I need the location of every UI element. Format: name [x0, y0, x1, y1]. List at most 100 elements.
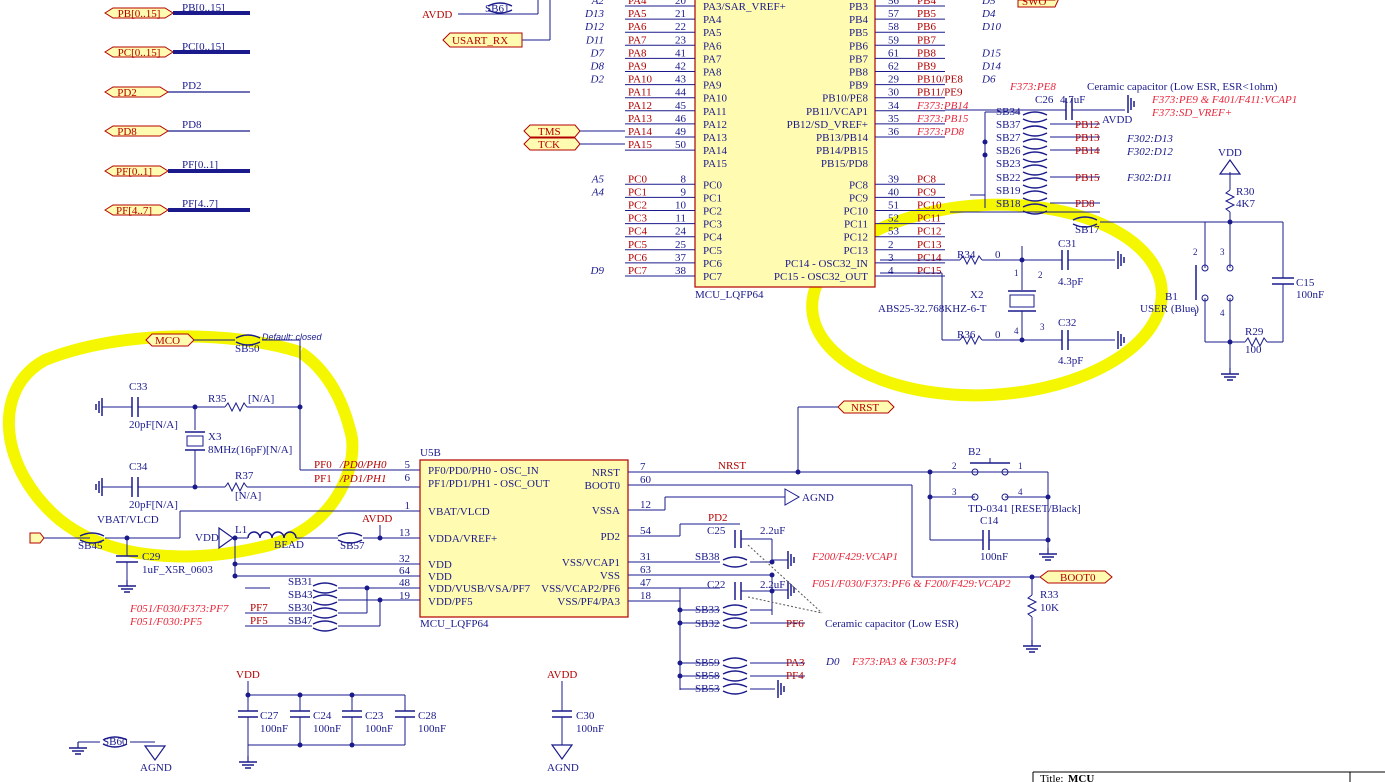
svg-text:R37: R37 — [235, 470, 254, 482]
pin-name: VBAT/VLCD — [428, 506, 490, 518]
pin-number: 11 — [675, 213, 686, 225]
pin-name: PF1/PD1/PH1 - OSC_OUT — [428, 478, 550, 490]
svg-text:SB22: SB22 — [996, 172, 1020, 184]
pin-number: 24 — [675, 226, 687, 238]
pin-name: PB9 — [849, 80, 868, 92]
svg-text:PD8: PD8 — [182, 119, 202, 131]
pin-alt-label: D5 — [981, 0, 996, 7]
net-label: PB8 — [917, 47, 936, 59]
pin-name: PB15/PD8 — [821, 158, 869, 170]
pin-name: PC1 — [703, 192, 722, 204]
svg-text:AGND: AGND — [802, 492, 834, 504]
svg-text:D0: D0 — [825, 656, 840, 668]
svg-text:100nF: 100nF — [313, 723, 341, 735]
pin-name: PC9 — [849, 192, 868, 204]
bottom-caps: VDD C27100nF C24100nF C23100nF C28100nF … — [68, 669, 604, 774]
pin-name: VSS/VCAP1 — [562, 557, 620, 569]
svg-text:C27: C27 — [260, 710, 279, 722]
pin-name: PC12 — [844, 232, 868, 244]
svg-text:SB27: SB27 — [996, 132, 1021, 144]
pin-name: PB13/PB14 — [816, 132, 868, 144]
pin-number: 62 — [888, 61, 899, 73]
svg-text:SWO: SWO — [1022, 0, 1047, 8]
pin-number: 34 — [888, 100, 900, 112]
svg-text:R34: R34 — [957, 249, 976, 261]
svg-text:3: 3 — [1040, 322, 1045, 332]
pin-name: PC4 — [703, 232, 722, 244]
pin-number: 46 — [675, 113, 687, 125]
svg-text:PF4: PF4 — [786, 670, 804, 682]
pin-name: PD2 — [600, 531, 620, 543]
pin-name: VDDA/VREF+ — [428, 533, 497, 545]
cap-c24: C24100nF — [290, 695, 341, 745]
svg-text:F302:D11: F302:D11 — [1126, 172, 1172, 184]
pin-name: PA9 — [703, 80, 722, 92]
svg-text:PF[4..7]: PF[4..7] — [116, 205, 152, 217]
pin-name: PA14 — [703, 145, 728, 157]
pin-number: 31 — [640, 551, 651, 563]
title-block: Title: MCU — [1032, 771, 1385, 782]
pin-name: PC3 — [703, 219, 722, 231]
svg-text:20pF[N/A]: 20pF[N/A] — [129, 499, 178, 511]
net-label: F373:PB15 — [916, 113, 969, 125]
pin-name: PA11 — [703, 106, 727, 118]
svg-text:PF1: PF1 — [314, 473, 332, 485]
pin-number: 12 — [640, 499, 651, 511]
net-label: PC15 — [917, 265, 942, 277]
svg-text:TMS: TMS — [538, 126, 561, 138]
svg-text:SB50: SB50 — [235, 343, 260, 355]
highlight-hse — [2, 330, 359, 563]
svg-text:4.3pF: 4.3pF — [1058, 276, 1083, 288]
pin-number: 1 — [405, 500, 411, 512]
svg-text:NRST: NRST — [851, 402, 879, 414]
svg-text:SB19: SB19 — [996, 185, 1021, 197]
pin-name: PC10 — [844, 206, 869, 218]
net-label: PA8 — [628, 47, 647, 59]
svg-text:BEAD: BEAD — [274, 539, 304, 551]
port-pc: PC[0..15] PC[0..15] — [104, 41, 250, 59]
pin-name: PC2 — [703, 206, 722, 218]
pin-name: PC14 - OSC32_IN — [785, 258, 868, 270]
pin-name: PC5 — [703, 245, 722, 257]
u5a: MCU_LQFP64 A2 PA4 20 PA3/SAR_VREF+D13 PA5 21 P… — [584, 0, 1001, 301]
pin-name: PB6 — [849, 40, 868, 52]
svg-text:PF5: PF5 — [250, 615, 268, 627]
pin-number: 9 — [681, 186, 687, 198]
port-pd2: PD2 PD2 — [104, 80, 250, 99]
svg-text:PF6: PF6 — [786, 618, 804, 630]
svg-text:SB17: SB17 — [1075, 224, 1100, 236]
svg-text:100: 100 — [1245, 344, 1262, 356]
pin-number: 18 — [640, 590, 652, 602]
pin-alt-label: D14 — [981, 61, 1001, 73]
pin-number: 59 — [888, 34, 900, 46]
svg-text:100nF: 100nF — [576, 723, 604, 735]
pin-number: 37 — [675, 252, 687, 264]
pin-number: 53 — [888, 226, 900, 238]
svg-text:SB26: SB26 — [996, 145, 1021, 157]
pin-alt-label: D15 — [981, 47, 1001, 59]
svg-text:PC[0..15]: PC[0..15] — [118, 47, 161, 59]
svg-text:100nF: 100nF — [980, 551, 1008, 563]
svg-text:F302:D13: F302:D13 — [1126, 133, 1173, 145]
svg-text:R29: R29 — [1245, 326, 1264, 338]
pin-name: PC13 — [844, 245, 869, 257]
pin-name: VSSA — [592, 505, 620, 517]
pin-number: 64 — [399, 565, 411, 577]
svg-text:VDD: VDD — [236, 669, 260, 681]
svg-text:SB31: SB31 — [288, 576, 312, 588]
net-label: PB10/PE8 — [917, 74, 963, 86]
svg-text:PF0: PF0 — [314, 459, 332, 471]
net-label: PC1 — [628, 186, 647, 198]
svg-text:SB30: SB30 — [288, 602, 313, 614]
pin-alt-label: D12 — [584, 21, 604, 33]
svg-text:PF7: PF7 — [250, 602, 268, 614]
svg-text:NRST: NRST — [718, 460, 746, 472]
pin-number: 61 — [888, 47, 899, 59]
pin-name: PC0 — [703, 179, 722, 191]
svg-text:X2: X2 — [970, 289, 983, 301]
pin-number: 8 — [681, 173, 687, 185]
pin-number: 21 — [675, 8, 686, 20]
svg-text:2: 2 — [1193, 247, 1198, 257]
svg-text:C15: C15 — [1296, 277, 1315, 289]
power-section: VBAT/VLCD SB45 C291uF_X5R_0603 VDD L1 BE… — [29, 510, 420, 632]
